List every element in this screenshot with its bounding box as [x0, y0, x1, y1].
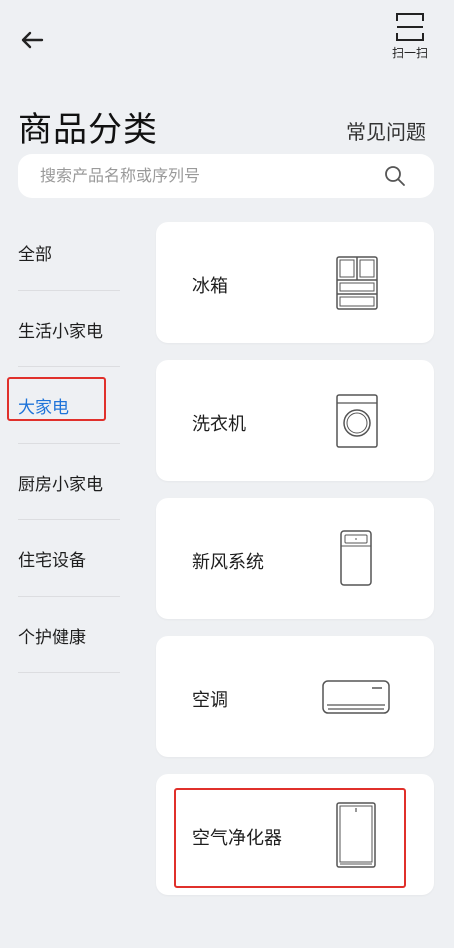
- fresh-air-system-icon: [340, 530, 372, 586]
- sidebar-item-home-equipment[interactable]: 住宅设备: [18, 520, 120, 597]
- sidebar-item-label: 个护健康: [18, 627, 86, 648]
- search-icon[interactable]: [384, 165, 406, 187]
- arrow-left-icon[interactable]: [18, 26, 46, 54]
- faq-link[interactable]: 常见问题: [346, 116, 426, 145]
- sidebar-item-kitchen-appliances[interactable]: 厨房小家电: [18, 444, 120, 520]
- sidebar-item-small-appliances[interactable]: 生活小家电: [18, 291, 120, 367]
- active-category-highlight: [7, 377, 106, 421]
- selected-item-highlight: [174, 788, 406, 888]
- category-sidebar: 全部 生活小家电 大家电 厨房小家电 住宅设备 个护健康: [18, 214, 120, 673]
- category-card-washing-machine[interactable]: 洗衣机: [156, 360, 434, 481]
- page-title: 商品分类: [18, 110, 158, 150]
- sidebar-item-label: 住宅设备: [18, 551, 86, 571]
- fridge-icon: [336, 256, 378, 310]
- category-card-label: 冰箱: [192, 276, 228, 297]
- search-bar[interactable]: [18, 154, 434, 198]
- sidebar-item-all[interactable]: 全部: [18, 214, 120, 291]
- sidebar-item-label: 厨房小家电: [18, 474, 103, 495]
- scan-label: 扫一扫: [391, 46, 428, 60]
- category-card-label: 新风系统: [192, 552, 264, 573]
- air-conditioner-icon: [322, 680, 390, 714]
- category-card-air-conditioner[interactable]: 空调: [156, 636, 434, 757]
- sidebar-item-label: 生活小家电: [18, 321, 103, 342]
- category-card-label: 洗衣机: [192, 414, 246, 435]
- category-card-fresh-air[interactable]: 新风系统: [156, 498, 434, 619]
- washing-machine-icon: [336, 394, 378, 448]
- category-card-label: 空调: [192, 690, 228, 711]
- search-input[interactable]: [40, 154, 370, 198]
- scan-icon: [396, 13, 424, 41]
- scan-button[interactable]: 扫一扫: [388, 12, 432, 72]
- sidebar-item-label: 全部: [18, 245, 52, 265]
- sidebar-item-personal-care[interactable]: 个护健康: [18, 597, 120, 673]
- category-card-fridge[interactable]: 冰箱: [156, 222, 434, 343]
- header: 扫一扫: [0, 0, 454, 90]
